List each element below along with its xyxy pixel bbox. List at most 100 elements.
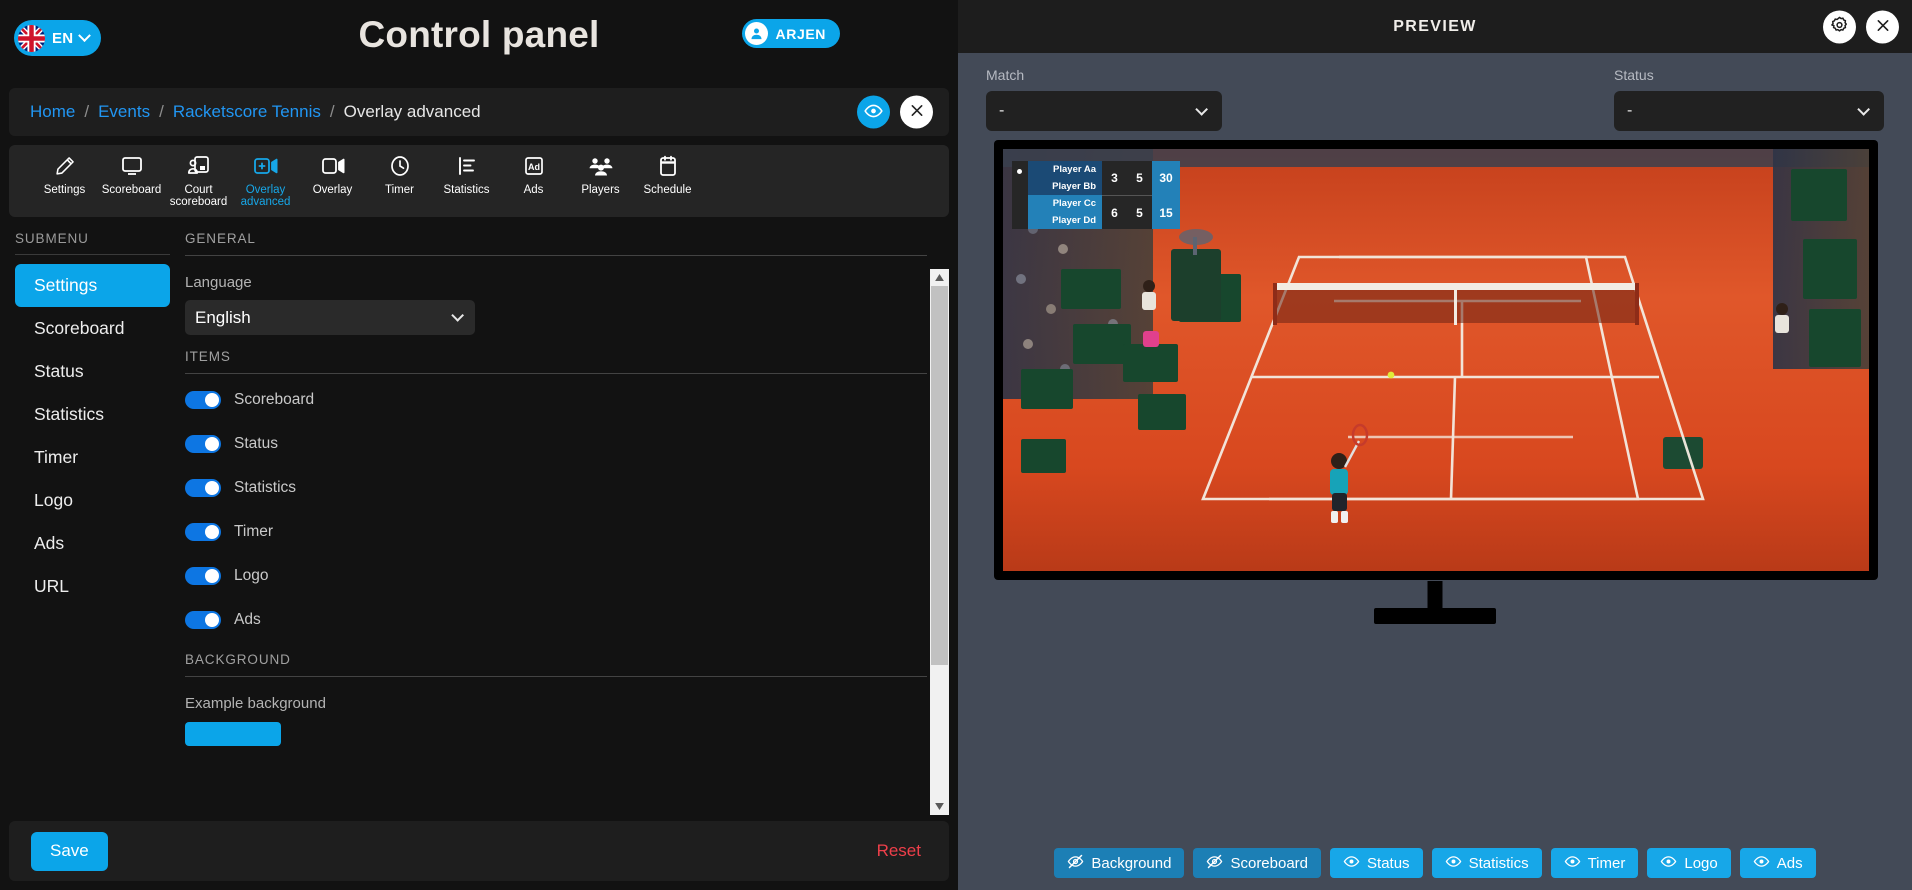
- toolbar-item-scoreboard[interactable]: Scoreboard: [98, 153, 165, 196]
- eye-icon: [1660, 853, 1677, 874]
- preview-toggle-label: Background: [1091, 854, 1172, 872]
- breadcrumb-actions: [857, 95, 933, 129]
- toggle-label: Timer: [234, 522, 274, 540]
- breadcrumb-separator: /: [84, 102, 90, 121]
- breadcrumb-item-racketscore-tennis[interactable]: Racketscore Tennis: [173, 102, 321, 122]
- monitor-stand-neck: [1427, 581, 1443, 611]
- toggle-ads[interactable]: [185, 610, 221, 629]
- toolbar-label: Ads: [523, 184, 544, 196]
- match-select-value: -: [999, 102, 1005, 119]
- player-name: Player Bb: [1028, 178, 1102, 195]
- scrollbar-thumb[interactable]: [931, 286, 948, 665]
- user-menu[interactable]: ARJEN: [741, 19, 840, 48]
- gear-icon: [1830, 16, 1849, 38]
- settings-content: SUBMENU Settings Scoreboard Status Stati…: [9, 217, 949, 815]
- background-color-swatch[interactable]: [185, 722, 281, 746]
- preview-toggle-button[interactable]: [857, 95, 890, 129]
- section-heading-background: BACKGROUND: [185, 652, 291, 667]
- background-field-label: Example background: [185, 695, 326, 712]
- submenu-item-status[interactable]: Status: [15, 350, 170, 393]
- control-panel: EN Control panel ARJEN Home / Events / R…: [0, 0, 958, 890]
- close-icon: [909, 103, 925, 122]
- section-heading-items: ITEMS: [185, 349, 231, 364]
- submenu-item-statistics[interactable]: Statistics: [15, 393, 170, 436]
- preview-toggle-ads[interactable]: Ads: [1739, 848, 1816, 878]
- language-select[interactable]: English: [185, 300, 475, 335]
- match-select[interactable]: -: [986, 91, 1222, 131]
- toggle-row-scoreboard: Scoreboard: [185, 381, 927, 418]
- toolbar-item-overlay[interactable]: Overlay: [299, 153, 366, 196]
- submenu-item-settings[interactable]: Settings: [15, 264, 170, 307]
- submenu-item-ads[interactable]: Ads: [15, 522, 170, 565]
- preview-toggle-label: Scoreboard: [1230, 854, 1309, 872]
- close-preview-button[interactable]: [1866, 10, 1899, 43]
- breadcrumb-item-current: Overlay advanced: [343, 102, 481, 121]
- preview-toggle-background[interactable]: Background: [1054, 848, 1185, 878]
- breadcrumb-list: Home / Events / Racketscore Tennis / Ove…: [30, 102, 481, 122]
- toolbar-item-schedule[interactable]: Schedule: [634, 153, 701, 196]
- preview-toggle-scoreboard[interactable]: Scoreboard: [1193, 848, 1322, 878]
- scoreboard-game-column: 30 15: [1152, 161, 1180, 229]
- toolbar-item-timer[interactable]: Timer: [366, 153, 433, 196]
- toolbar-label: Overlay: [312, 184, 353, 196]
- toggle-status[interactable]: [185, 434, 221, 453]
- status-select[interactable]: -: [1614, 91, 1884, 131]
- section-divider: [185, 373, 927, 374]
- calendar-icon: [657, 153, 679, 179]
- chevron-down-icon: [1857, 102, 1870, 116]
- app-root: EN Control panel ARJEN Home / Events / R…: [0, 0, 1912, 890]
- scrollbar-track[interactable]: [930, 286, 949, 798]
- breadcrumb-item-home[interactable]: Home: [30, 102, 75, 122]
- video-camera-icon: [320, 153, 346, 179]
- preview-filters: Match - Status -: [958, 53, 1912, 140]
- preview-toggle-timer[interactable]: Timer: [1550, 848, 1639, 878]
- preview-toggle-statistics[interactable]: Statistics: [1431, 848, 1542, 878]
- settings-gear-button[interactable]: [1823, 10, 1856, 43]
- preview-toggle-label: Status: [1367, 854, 1410, 872]
- toolbar-item-ads[interactable]: Ad Ads: [500, 153, 567, 196]
- scroll-down-arrow-icon[interactable]: [930, 798, 949, 815]
- submenu-item-logo[interactable]: Logo: [15, 479, 170, 522]
- toolbar-item-overlay-advanced[interactable]: Overlay advanced: [232, 153, 299, 208]
- reset-button[interactable]: Reset: [877, 841, 921, 861]
- toolbar-item-court-scoreboard[interactable]: Court scoreboard: [165, 153, 232, 208]
- settings-scrollbar[interactable]: [930, 269, 949, 815]
- toolbar-item-players[interactable]: Players: [567, 153, 634, 196]
- preview-toggle-status[interactable]: Status: [1330, 848, 1423, 878]
- set-score: 5: [1127, 196, 1152, 229]
- close-button[interactable]: [900, 95, 933, 129]
- toggle-row-ads: Ads: [185, 601, 927, 638]
- eye-icon: [1343, 853, 1360, 874]
- submenu-item-timer[interactable]: Timer: [15, 436, 170, 479]
- toggle-scoreboard[interactable]: [185, 390, 221, 409]
- eye-icon: [1564, 853, 1581, 874]
- submenu-item-url[interactable]: URL: [15, 565, 170, 608]
- breadcrumb-item-events[interactable]: Events: [98, 102, 150, 122]
- toggle-statistics[interactable]: [185, 478, 221, 497]
- submenu-item-scoreboard[interactable]: Scoreboard: [15, 307, 170, 350]
- preview-toggle-logo[interactable]: Logo: [1647, 848, 1731, 878]
- eye-icon: [864, 101, 883, 123]
- toggle-logo[interactable]: [185, 566, 221, 585]
- toggle-label: Status: [234, 434, 278, 452]
- section-heading-general: GENERAL: [185, 231, 256, 246]
- toggle-timer[interactable]: [185, 522, 221, 541]
- module-toolbar: Settings Scoreboard Court scoreboard Ove…: [9, 145, 949, 217]
- toolbar-item-settings[interactable]: Settings: [31, 153, 98, 196]
- match-filter-group: Match -: [986, 67, 1222, 140]
- player-name: Player Cc: [1028, 195, 1102, 212]
- submenu-sidebar: SUBMENU Settings Scoreboard Status Stati…: [9, 217, 177, 815]
- scroll-up-arrow-icon[interactable]: [930, 269, 949, 286]
- ad-icon: Ad: [522, 153, 546, 179]
- status-filter-group: Status -: [1614, 67, 1884, 131]
- monitor-stand-base: [1374, 608, 1496, 624]
- court-scoreboard-icon: [187, 153, 211, 179]
- language-select-value: English: [195, 307, 251, 327]
- close-icon: [1875, 17, 1891, 36]
- breadcrumb: Home / Events / Racketscore Tennis / Ove…: [9, 88, 949, 136]
- settings-form: GENERAL Language English ITEMS Scoreboar…: [185, 217, 927, 815]
- user-avatar-icon: [744, 22, 768, 45]
- save-button[interactable]: Save: [31, 831, 108, 871]
- pencil-icon: [54, 153, 76, 179]
- toolbar-item-statistics[interactable]: Statistics: [433, 153, 500, 196]
